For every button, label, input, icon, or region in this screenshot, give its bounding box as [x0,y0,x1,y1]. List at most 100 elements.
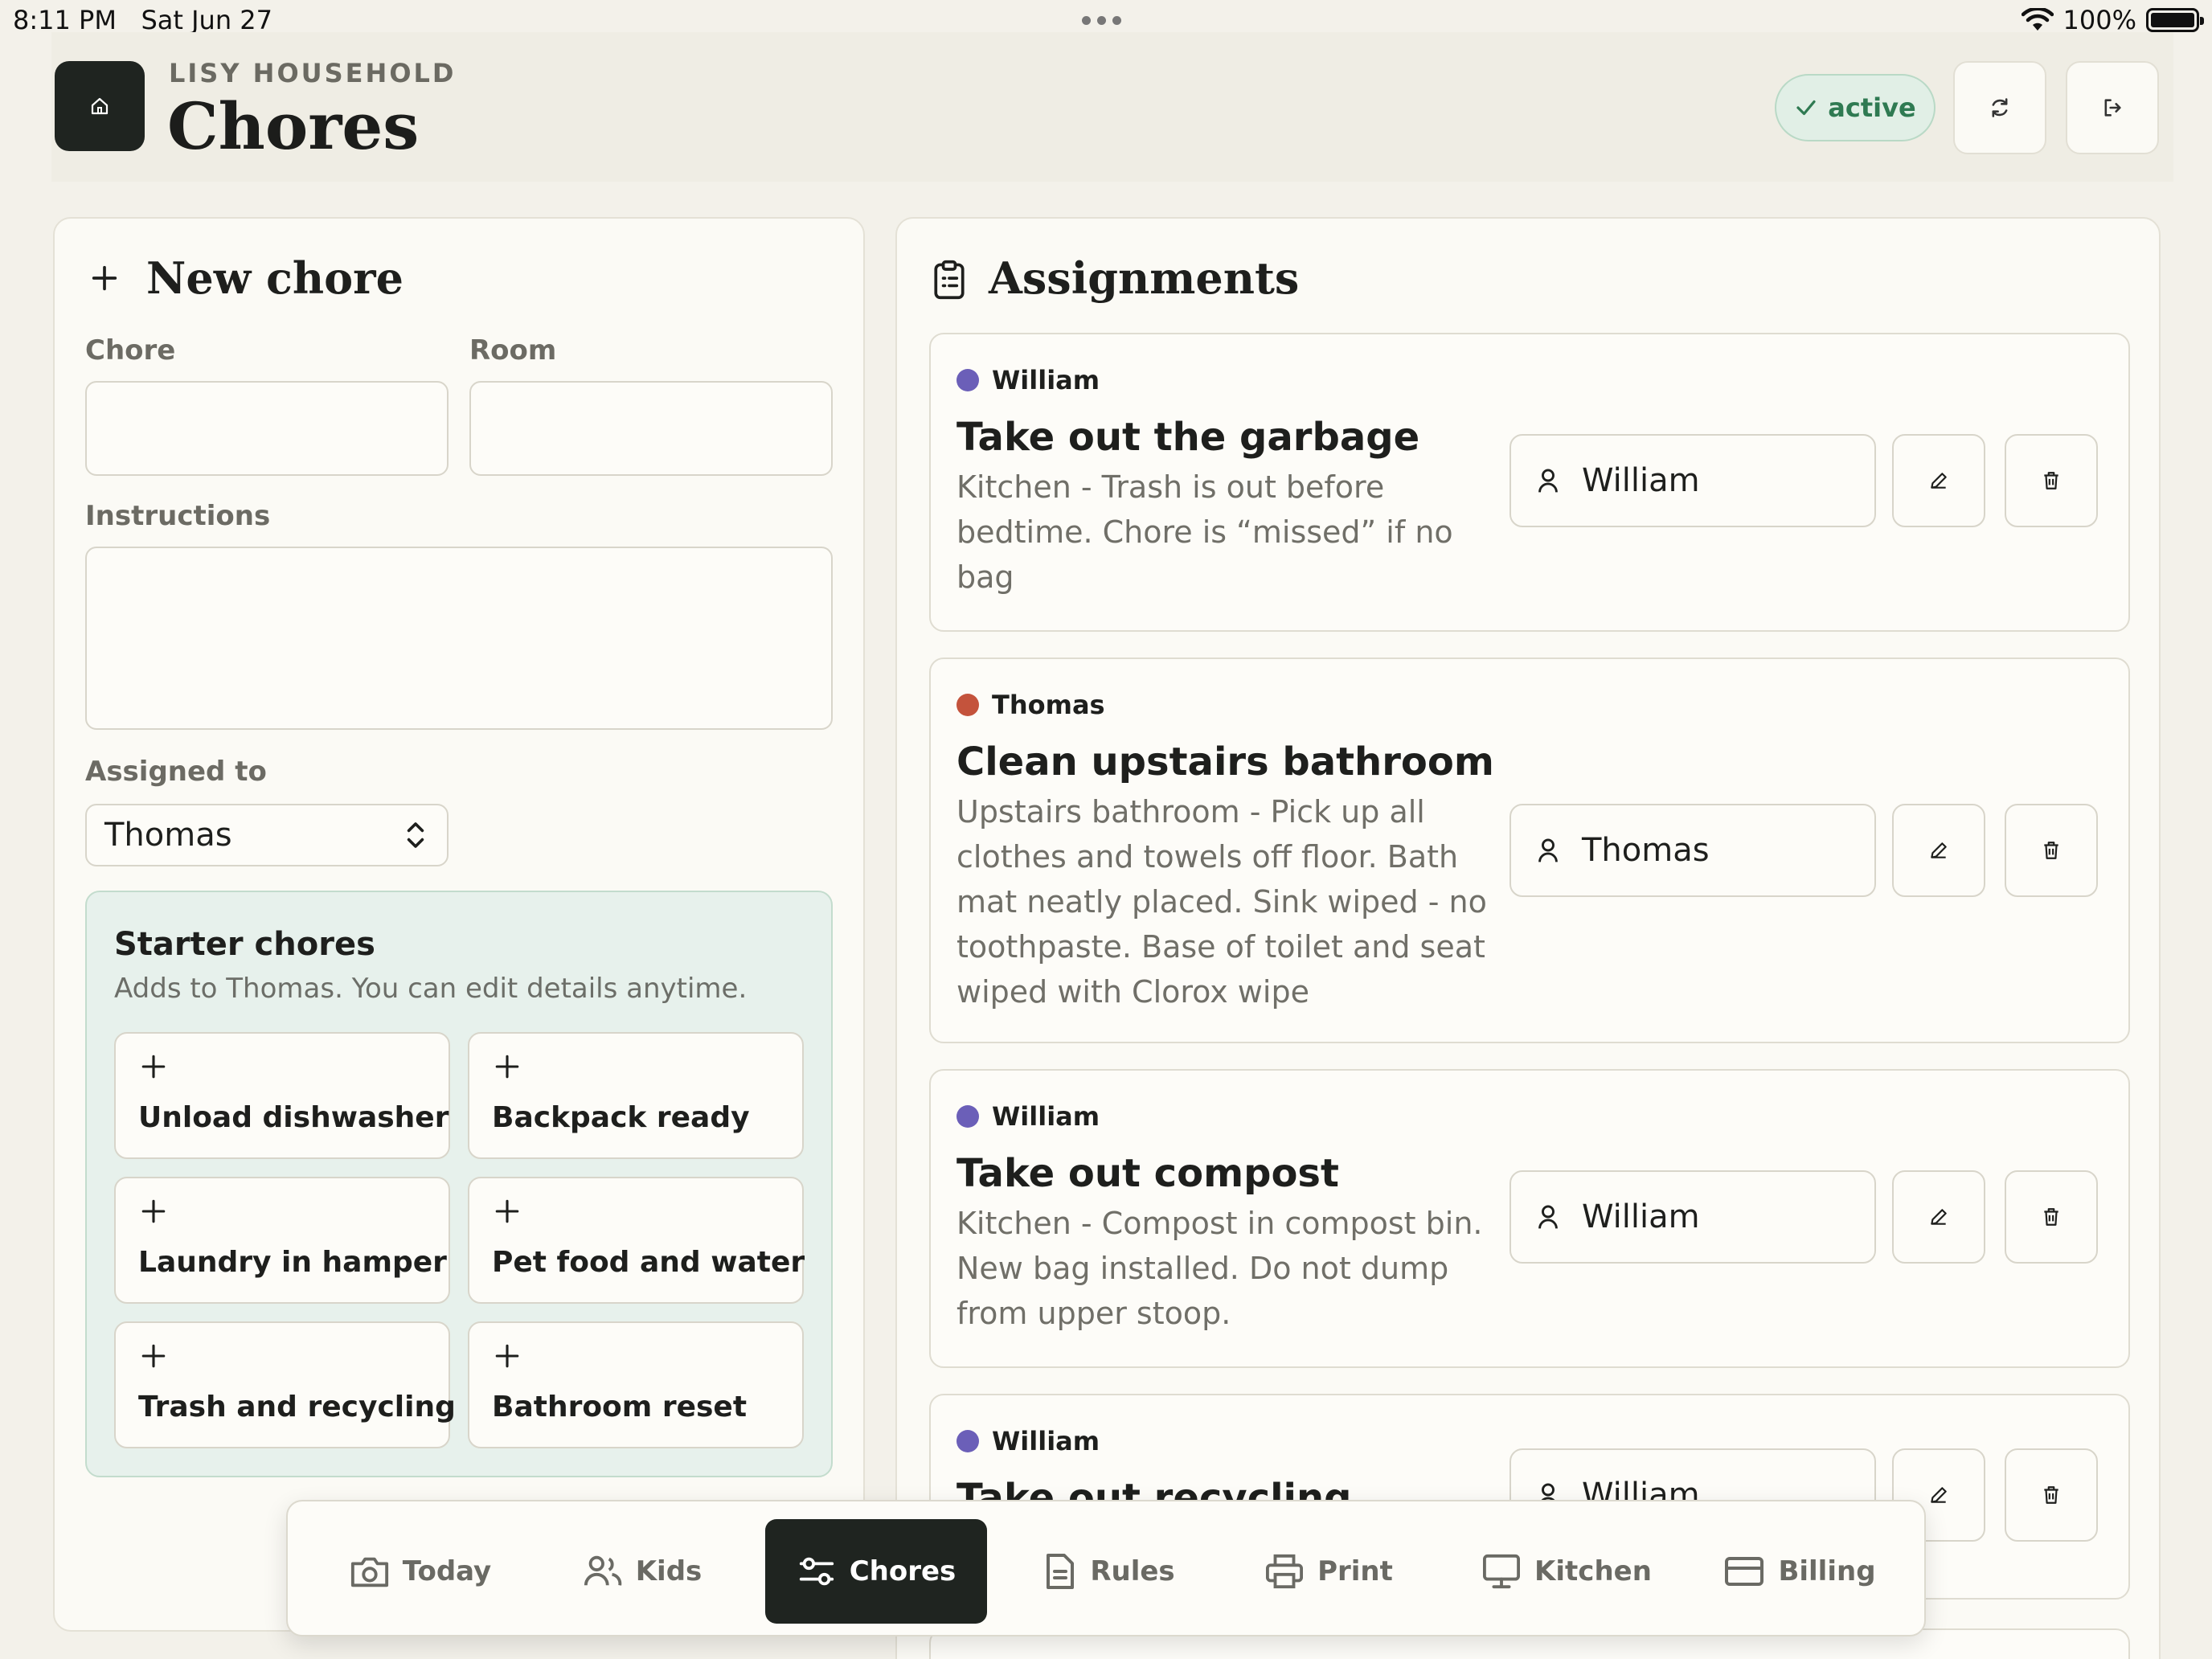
nav-kitchen[interactable]: Kitchen [1450,1519,1683,1624]
assigned-to-select[interactable]: Thomas [85,804,449,866]
pencil-icon [1931,473,1947,489]
chevron-updown-icon [407,822,424,848]
monitor-icon [1483,1554,1521,1589]
multitasking-dots-icon[interactable] [1082,16,1121,25]
edit-button[interactable] [1892,804,1985,897]
assignment-kid: William [956,1426,1100,1456]
household-name: LISY HOUSEHOLD [169,58,457,88]
plus-icon [495,1199,519,1223]
trash-icon [2044,472,2058,490]
app-header: LISY HOUSEHOLD Chores active [51,32,2173,182]
nav-rules[interactable]: Rules [1008,1519,1209,1624]
new-chore-panel: New chore Chore Room Instructions Assign… [53,217,865,1632]
assignment-description: Upstairs bathroom - Pick up all clothes … [956,794,1487,1010]
starter-chores-subtitle: Adds to Thomas. You can edit details any… [114,973,748,1005]
plus-icon [495,1055,519,1079]
instructions-textarea[interactable] [85,547,833,730]
user-icon [1538,1205,1558,1229]
assigned-to-value: Thomas [104,817,232,854]
clipboard-icon [934,260,965,300]
starter-chore-label: Trash and recycling [138,1391,456,1423]
starter-chores-section: Starter chores Adds to Thomas. You can e… [85,891,833,1477]
pencil-icon [1931,842,1947,858]
assignment-title: Take out compost [956,1151,1339,1196]
assignment-card: William Take out the garbage Kitchen - T… [929,333,2130,632]
page-title: Chores [167,88,420,164]
kid-color-dot [956,1105,979,1128]
bottom-nav: Today Kids Chores Rules Print Kitchen Bi… [286,1500,1926,1636]
assignee-select[interactable]: William [1509,434,1876,527]
starter-chore-label: Bathroom reset [492,1391,748,1423]
users-icon [584,1555,621,1586]
starter-chore-button[interactable]: Backpack ready [468,1032,804,1159]
logout-icon [2104,99,2121,117]
refresh-button[interactable] [1953,61,2046,154]
assignment-kid: Thomas [956,690,1105,720]
new-chore-title: New chore [146,252,403,304]
assignment-kid: William [956,1101,1100,1132]
edit-button[interactable] [1892,434,1985,527]
assignment-card: Thomas Clean upstairs bathroom Upstairs … [929,657,2130,1043]
plus-icon [495,1344,519,1368]
assignment-kid: William [956,365,1100,395]
document-icon [1047,1554,1075,1589]
starter-chore-button[interactable]: Pet food and water [468,1177,805,1304]
battery-percent: 100% [2062,5,2136,35]
nav-today[interactable]: Today [320,1519,521,1624]
assignment-description: Kitchen - Compost in compost bin. New ba… [956,1206,1483,1331]
starter-chore-label: Unload dishwasher [138,1101,449,1134]
starter-chore-button[interactable]: Bathroom reset [468,1321,804,1448]
user-icon [1538,838,1558,862]
assigned-to-label: Assigned to [85,756,267,788]
starter-chore-label: Backpack ready [492,1101,750,1134]
plus-icon [92,265,117,291]
delete-button[interactable] [2005,1170,2098,1264]
starter-chore-button[interactable]: Trash and recycling [114,1321,456,1448]
chore-label: Chore [85,334,176,367]
assignments-title: Assignments [989,252,1300,304]
assignment-description: Kitchen - Trash is out before bedtime. C… [956,469,1453,595]
credit-card-icon [1725,1557,1764,1586]
assignment-title: Take out the garbage [956,415,1420,460]
room-input[interactable] [469,381,833,476]
assignment-title: Clean upstairs bathroom [956,739,1494,784]
wifi-icon [2021,8,2054,31]
plus-icon [141,1199,166,1223]
instructions-label: Instructions [85,500,271,532]
starter-chore-label: Pet food and water [492,1246,805,1279]
kid-color-dot [956,369,979,391]
nav-print[interactable]: Print [1228,1519,1429,1624]
plus-icon [141,1344,166,1368]
delete-button[interactable] [2005,1448,2098,1542]
room-label: Room [469,334,557,367]
home-button[interactable] [55,61,145,151]
starter-chore-button[interactable]: Laundry in hamper [114,1177,450,1304]
camera-icon [350,1557,388,1587]
starter-chore-label: Laundry in hamper [138,1246,447,1279]
delete-button[interactable] [2005,804,2098,897]
status-badge: active [1775,74,1936,141]
status-time: 8:11 PM Sat Jun 27 [13,5,272,35]
trash-icon [2044,1486,2058,1504]
nav-billing[interactable]: Billing [1699,1519,1900,1624]
starter-chore-button[interactable]: Unload dishwasher [114,1032,450,1159]
assignment-card: William Take out compost Kitchen - Compo… [929,1069,2130,1368]
nav-chores[interactable]: Chores [765,1519,987,1624]
kid-color-dot [956,1430,979,1452]
assignee-select[interactable]: William [1509,1170,1876,1264]
refresh-icon [1992,98,2008,117]
user-icon [1538,469,1558,493]
edit-button[interactable] [1892,1170,1985,1264]
plus-icon [141,1055,166,1079]
assignee-select[interactable]: Thomas [1509,804,1876,897]
delete-button[interactable] [2005,434,2098,527]
kid-color-dot [956,694,979,716]
starter-chores-title: Starter chores [114,926,375,963]
logout-button[interactable] [2066,61,2159,154]
pencil-icon [1931,1487,1947,1503]
chore-input[interactable] [85,381,449,476]
nav-kids[interactable]: Kids [542,1519,743,1624]
home-icon [91,97,109,115]
assignments-panel: Assignments William Take out the garbage… [895,217,2161,1659]
trash-icon [2044,1208,2058,1226]
